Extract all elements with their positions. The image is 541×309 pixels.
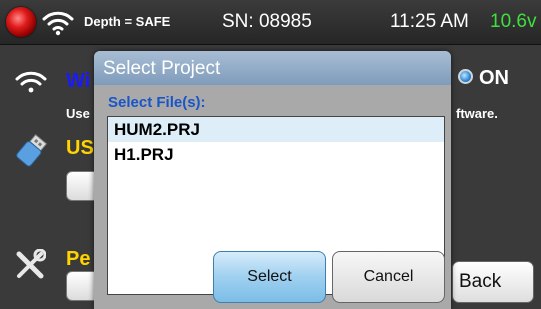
- performance-section-title: Pe: [66, 248, 91, 270]
- back-button[interactable]: Back: [452, 261, 534, 303]
- record-icon: [6, 7, 36, 37]
- select-project-dialog: Select Project Select File(s): HUM2.PRJ …: [94, 51, 451, 309]
- file-list-label: Select File(s):: [108, 94, 206, 111]
- wifi-icon: [42, 11, 74, 36]
- serial-number: SN: 08985: [222, 11, 312, 32]
- depth-status: Depth = SAFE: [84, 14, 171, 29]
- file-item-h1[interactable]: H1.PRJ: [108, 142, 444, 167]
- tools-icon: [16, 249, 46, 279]
- usb-drive-icon: [16, 134, 48, 167]
- clock: 11:25 AM: [390, 11, 469, 32]
- wifi-icon: [15, 71, 47, 93]
- file-item-hum2[interactable]: HUM2.PRJ: [108, 117, 444, 142]
- wifi-section-title: Wi: [66, 70, 91, 92]
- select-button[interactable]: Select: [213, 251, 326, 303]
- status-bar: Depth = SAFE SN: 08985 11:25 AM 10.6v: [0, 0, 541, 45]
- usb-section-title: US: [66, 137, 94, 159]
- led-indicator-icon: [458, 69, 473, 85]
- wifi-note: Use: [66, 106, 90, 121]
- wifi-note-tail: ftware.: [456, 106, 498, 121]
- battery-voltage: 10.6v: [490, 11, 537, 32]
- wifi-status-label: ON: [479, 67, 509, 89]
- dialog-title: Select Project: [94, 51, 451, 85]
- wifi-toggle[interactable]: ON: [458, 67, 509, 90]
- cancel-button[interactable]: Cancel: [332, 251, 445, 303]
